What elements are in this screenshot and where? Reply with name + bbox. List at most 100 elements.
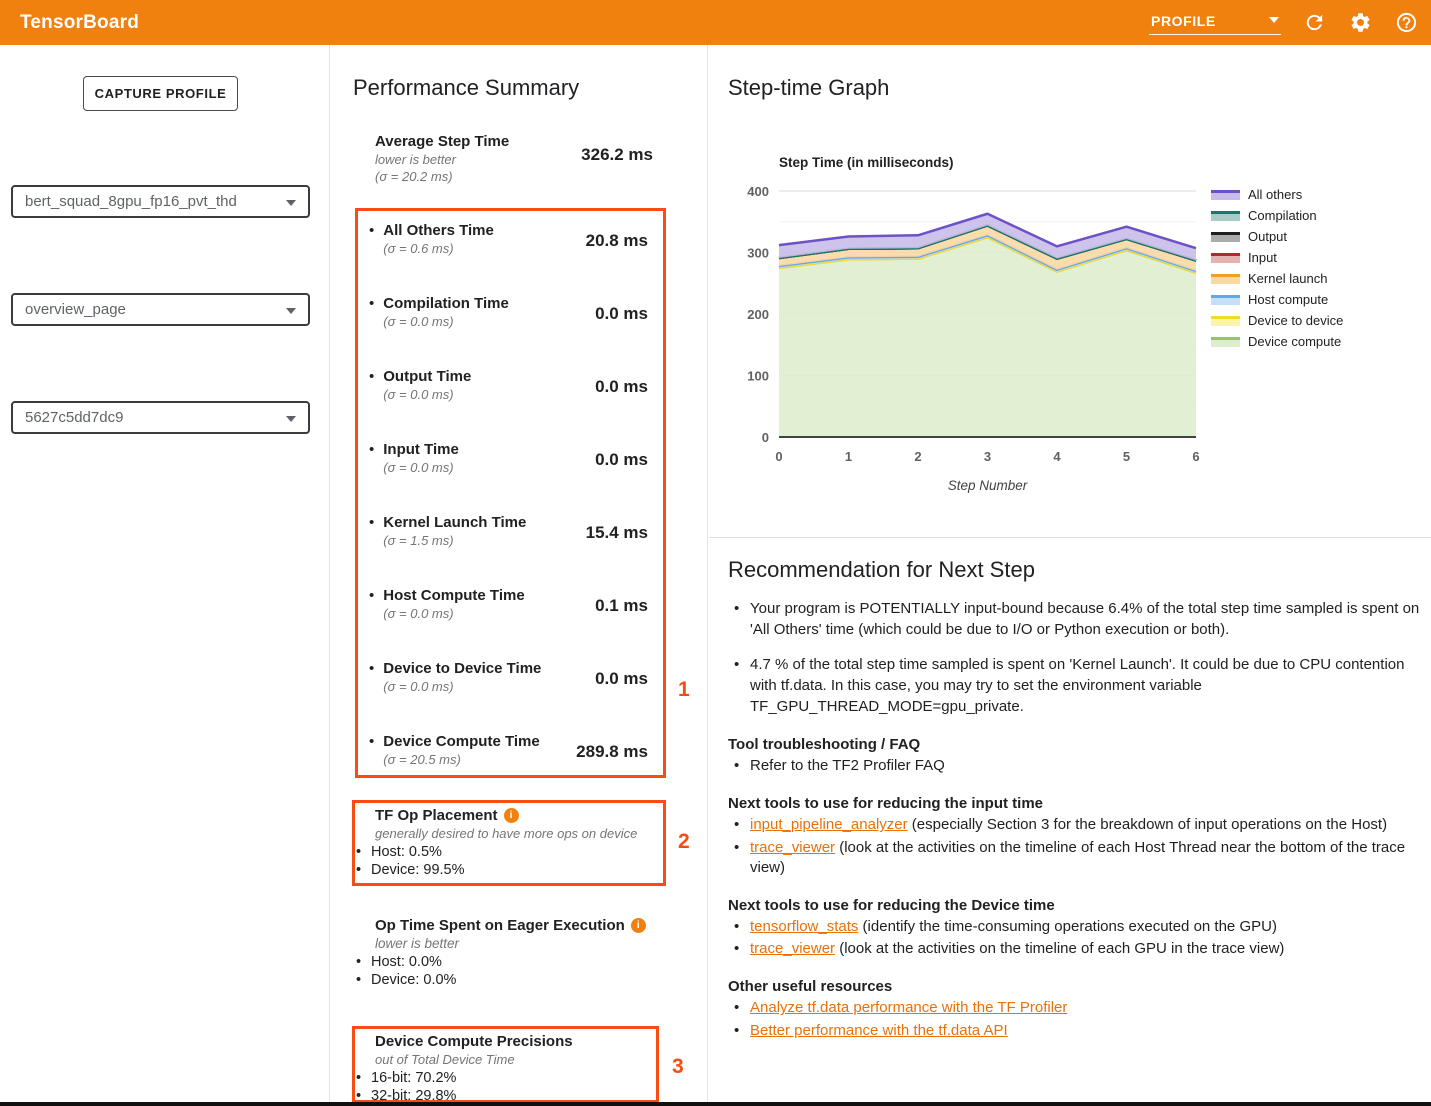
recommendation-link[interactable]: tensorflow_stats bbox=[750, 918, 858, 935]
svg-text:0: 0 bbox=[775, 449, 782, 464]
chevron-down-icon bbox=[286, 416, 296, 422]
metric-title: Kernel Launch Time bbox=[383, 514, 526, 531]
placement-device-item: Device: 99.5% bbox=[352, 862, 666, 878]
eager-device-item: Device: 0.0% bbox=[352, 972, 682, 988]
metric-row: •Output Time(σ = 0.0 ms)0.0 ms bbox=[369, 368, 648, 430]
legend-item: All others bbox=[1211, 188, 1343, 201]
recommendation-section-heading: Next tools to use for reducing the Devic… bbox=[728, 897, 1420, 914]
device-compute-precisions-items: 16-bit: 70.2% 32-bit: 29.8% bbox=[352, 1070, 659, 1104]
header-controls: PROFILE bbox=[1149, 10, 1431, 36]
runs-select[interactable]: bert_squad_8gpu_fp16_pvt_thd bbox=[11, 185, 310, 218]
legend-item: Compilation bbox=[1211, 209, 1343, 222]
tf-op-placement-items: Host: 0.5% Device: 99.5% bbox=[352, 844, 666, 878]
sidebar: CAPTURE PROFILE Runs (37) bert_squad_8gp… bbox=[0, 45, 330, 1106]
metric-value: 0.0 ms bbox=[595, 450, 648, 470]
recommendation-link[interactable]: Analyze tf.data performance with the TF … bbox=[750, 999, 1067, 1016]
dashboard-select[interactable]: PROFILE bbox=[1149, 10, 1281, 35]
chevron-down-icon bbox=[286, 308, 296, 314]
legend-label: Input bbox=[1248, 250, 1277, 265]
metric-sigma: (σ = 0.0 ms) bbox=[383, 606, 524, 621]
capture-profile-button[interactable]: CAPTURE PROFILE bbox=[83, 76, 238, 111]
settings-button[interactable] bbox=[1347, 10, 1373, 36]
chevron-down-icon bbox=[1269, 17, 1279, 23]
recommendation-item: trace_viewer (look at the activities on … bbox=[728, 838, 1420, 878]
metric-value: 0.1 ms bbox=[595, 596, 648, 616]
recommendation-section-heading: Tool troubleshooting / FAQ bbox=[728, 736, 1420, 753]
average-step-time-value: 326.2 ms bbox=[331, 145, 653, 165]
legend-label: All others bbox=[1248, 187, 1302, 202]
svg-text:1: 1 bbox=[845, 449, 852, 464]
eager-execution-note: lower is better bbox=[375, 936, 682, 951]
legend-swatch-icon bbox=[1211, 211, 1240, 221]
bullet-icon: • bbox=[369, 660, 374, 694]
recommendation-sections: Tool troubleshooting / FAQ Refer to the T… bbox=[728, 736, 1420, 1040]
precision-16bit-item: 16-bit: 70.2% bbox=[352, 1070, 659, 1086]
recommendation-item: Refer to the TF2 Profiler FAQ bbox=[728, 756, 1420, 776]
legend-swatch-icon bbox=[1211, 232, 1240, 242]
tools-select[interactable]: overview_page bbox=[11, 293, 310, 326]
info-icon[interactable]: i bbox=[504, 808, 519, 823]
bullet-icon: • bbox=[369, 514, 374, 548]
recommendation-section: Other useful resourcesAnalyze tf.data pe… bbox=[728, 978, 1420, 1041]
metric-row: •Host Compute Time(σ = 0.0 ms)0.1 ms bbox=[369, 587, 648, 649]
legend-item: Output bbox=[1211, 230, 1343, 243]
bullet-icon: • bbox=[369, 368, 374, 402]
recommendation-link[interactable]: trace_viewer bbox=[750, 839, 835, 856]
placement-host-item: Host: 0.5% bbox=[352, 844, 666, 860]
annotation-number-2: 2 bbox=[678, 830, 690, 854]
recommendation-text: (identify the time-consuming operations … bbox=[858, 918, 1277, 935]
tf-op-placement-block: TF Op Placement i generally desired to h… bbox=[352, 807, 666, 878]
average-step-time-sigma: (σ = 20.2 ms) bbox=[375, 169, 675, 184]
bottom-black-bar bbox=[0, 1102, 1431, 1106]
legend-label: Host compute bbox=[1248, 292, 1328, 307]
recommendation-item: tensorflow_stats (identify the time-cons… bbox=[728, 917, 1420, 937]
performance-summary-panel: Performance Summary Average Step Time lo… bbox=[331, 45, 708, 1106]
eager-host-item: Host: 0.0% bbox=[352, 954, 682, 970]
info-icon[interactable]: i bbox=[631, 918, 646, 933]
recommendation-item: trace_viewer (look at the activities on … bbox=[728, 939, 1420, 959]
recommendation-item: Analyze tf.data performance with the TF … bbox=[728, 998, 1420, 1018]
metric-title: Input Time bbox=[383, 441, 459, 458]
recommendation-section: Next tools to use for reducing the Devic… bbox=[728, 897, 1420, 960]
help-button[interactable] bbox=[1393, 10, 1419, 36]
annotation-number-3: 3 bbox=[672, 1055, 684, 1079]
reload-button[interactable] bbox=[1301, 10, 1327, 36]
metric-sigma: (σ = 0.0 ms) bbox=[383, 679, 541, 694]
svg-text:400: 400 bbox=[747, 184, 769, 199]
hosts-select[interactable]: 5627c5dd7dc9 bbox=[11, 401, 310, 434]
recommendation-bullet: Your program is POTENTIALLY input-bound … bbox=[728, 599, 1420, 640]
eager-execution-block: Op Time Spent on Eager Execution i lower… bbox=[352, 917, 682, 988]
gear-icon bbox=[1349, 11, 1372, 34]
legend-label: Output bbox=[1248, 229, 1287, 244]
metric-row: • All Others Time (σ = 0.6 ms) 20.8 ms bbox=[369, 222, 648, 284]
recommendation-section: Tool troubleshooting / FAQ Refer to the T… bbox=[728, 736, 1420, 776]
recommendation-text: (look at the activities on the timeline … bbox=[750, 839, 1405, 876]
svg-text:Step Number: Step Number bbox=[948, 478, 1028, 493]
metric-sigma: (σ = 0.6 ms) bbox=[383, 241, 494, 256]
recommendation-panel: Recommendation for Next Step Your progra… bbox=[728, 557, 1420, 1041]
eager-execution-title: Op Time Spent on Eager Execution bbox=[375, 917, 625, 934]
recommendation-link[interactable]: Better performance with the tf.data API bbox=[750, 1022, 1008, 1039]
svg-text:100: 100 bbox=[747, 369, 769, 384]
app-title: TensorBoard bbox=[0, 12, 139, 34]
legend-item: Input bbox=[1211, 251, 1343, 264]
recommendation-section: Next tools to use for reducing the input… bbox=[728, 795, 1420, 877]
metric-sigma: (σ = 0.0 ms) bbox=[383, 387, 471, 402]
recommendation-link[interactable]: input_pipeline_analyzer bbox=[750, 816, 908, 833]
chart-legend: All othersCompilationOutputInputKernel l… bbox=[1211, 188, 1343, 348]
tools-select-value: overview_page bbox=[25, 301, 126, 318]
metric-title: All Others Time bbox=[383, 222, 494, 239]
legend-swatch-icon bbox=[1211, 190, 1240, 200]
bullet-icon: • bbox=[369, 733, 374, 767]
recommendation-text: Refer to the TF2 Profiler FAQ bbox=[750, 757, 945, 774]
metric-title: Device to Device Time bbox=[383, 660, 541, 677]
device-compute-precisions-title: Device Compute Precisions bbox=[375, 1033, 573, 1050]
metric-row: •Kernel Launch Time(σ = 1.5 ms)15.4 ms bbox=[369, 514, 648, 576]
bullet-icon: • bbox=[369, 222, 374, 256]
metric-value: 20.8 ms bbox=[586, 231, 648, 251]
metric-title: Compilation Time bbox=[383, 295, 509, 312]
legend-item: Device compute bbox=[1211, 335, 1343, 348]
metric-value: 15.4 ms bbox=[586, 523, 648, 543]
tf-op-placement-note: generally desired to have more ops on de… bbox=[375, 826, 666, 841]
recommendation-link[interactable]: trace_viewer bbox=[750, 940, 835, 957]
